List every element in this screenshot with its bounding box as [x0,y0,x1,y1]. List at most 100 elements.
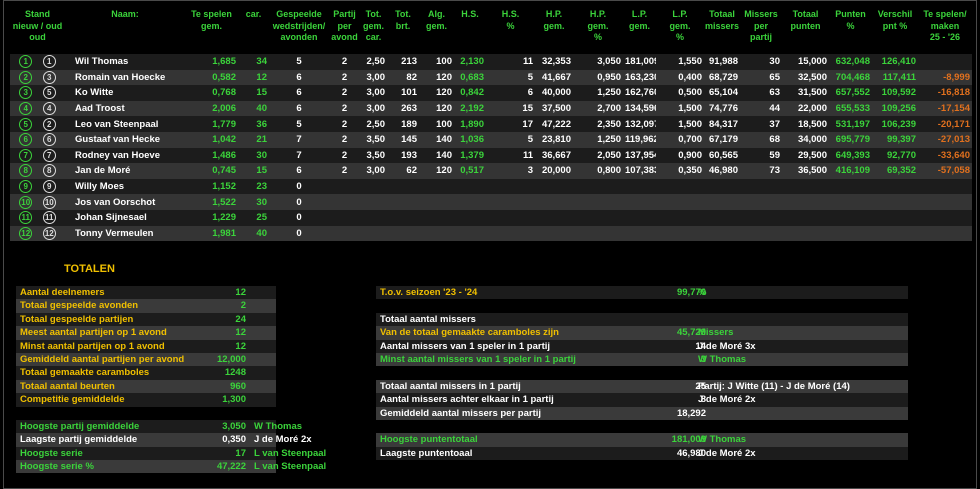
col-header: Alg. gem. [419,9,454,54]
header-line: car. [365,32,382,42]
rank-cell: 11 11 [10,209,65,226]
cell-hpp: 134,596 [623,100,656,117]
cell-wed: 5 [269,54,329,70]
cell-hpp [623,194,656,210]
header-line: pnt % [882,20,908,31]
totals-label: Aantal missers achter elkaar in 1 partij [380,394,554,406]
rank-cell: 2 3 [10,69,65,86]
cell-lpp: 68,729 [704,69,740,86]
totals-label: Gemiddeld aantal partijen per avond [20,353,185,365]
header-line: Alg. [428,9,445,19]
cell-car: 15 [238,85,269,101]
cell-lp: 0,400 [656,69,704,86]
totals-label: T.o.v. seizoen '23 - '24 [380,287,478,298]
cell-pnt: 416,109 [829,163,872,179]
totals-extra: J de Moré 2x [698,394,756,406]
header-line: oud [29,32,46,42]
cell-alg: 1,890 [454,116,486,132]
totals-label: Hoogste serie % [20,461,94,473]
cell-lpp [704,209,740,226]
cell-pa: 2 [329,100,360,117]
cell-lpp: 60,565 [704,147,740,164]
cell-pa: 2 [329,69,360,86]
header-line: gem. [200,20,222,31]
cell-wed: 6 [269,85,329,101]
cell-lp: 0,700 [656,131,704,148]
cell-wed: 6 [269,163,329,179]
cell-hp [573,194,623,210]
totals-extra: W Thomas [698,353,747,365]
cell-mis: 30 [740,54,782,70]
player-name: Tonny Vermeulen [65,225,185,242]
table-row: 4 4 Aad Troost 2,006 40 6 2 3,00 263 120 2,192 15 3… [10,100,972,117]
cell-pa: 2 [329,163,360,179]
cell-pntp: 109,256 [872,100,918,117]
header-line: avond [331,32,358,42]
cell-brt: 100 [419,54,454,70]
cell-ppa: 3,00 [360,69,387,86]
cell-car: 21 [238,131,269,148]
cell-car: 36 [238,116,269,132]
header-line: % [846,20,855,31]
cell-mpp [782,178,829,195]
totals-label: Hoogste serie [20,447,83,459]
cell-wed: 0 [269,209,329,226]
cell-hsp: 23,810 [535,131,573,148]
rank-new-badge: 10 [19,195,33,209]
cell-hs [486,178,535,195]
cell-hsp: 36,667 [535,147,573,164]
cell-pntp [872,225,918,242]
cell-mpp: 15,000 [782,54,829,70]
cell-lpp [704,225,740,242]
rank-new-badge: 8 [19,164,33,178]
table-row: 9 9 Willy Moes 1,152 23 0 [10,178,972,195]
cell-hp: 3,050 [573,54,623,70]
rank-cell: 3 5 [10,85,65,101]
rank-cell: 12 12 [10,225,65,242]
cell-hsp: 32,353 [535,54,573,70]
cell-vers: -57,058 [918,163,972,179]
cell-gem: 0,745 [185,163,238,179]
col-header: Te spelen/maken 25 - '26 [918,9,972,54]
cell-totcar [387,209,419,226]
cell-vers: -8,999 [918,69,972,86]
table-row: 5 2 Leo van Steenpaal 1,779 36 5 2 2,50 189 100 1… [10,116,972,132]
header-line: Punten [835,9,866,19]
cell-mis [740,209,782,226]
rank-old-badge: 8 [42,164,56,178]
header-line: avonden [280,32,318,42]
header-line: 25 - '26 [929,32,961,42]
cell-pntp: 92,770 [872,147,918,164]
cell-alg: 0,517 [454,163,486,179]
col-header: H.P. gem. [535,9,573,54]
header-line: Totaal [792,9,819,19]
cell-lpp [704,178,740,195]
cell-pa [329,209,360,226]
totals-value: 12 [235,327,246,339]
totals-label: Hoogste puntentotaal [380,434,478,446]
cell-mpp: 36,500 [782,163,829,179]
cell-lpp [704,194,740,210]
cell-totcar: 213 [387,54,419,70]
rank-old-badge: 7 [42,148,56,162]
cell-lp: 0,350 [656,163,704,179]
cell-ppa [360,194,387,210]
cell-hp: 1,250 [573,85,623,101]
cell-vers: -20,171 [918,116,972,132]
rank-cell: 1 1 [10,54,65,70]
table-row: 2 3 Romain van Hoecke 0,582 12 6 2 3,00 82 120 0,… [10,69,972,86]
cell-wed: 0 [269,225,329,242]
header-line: partij [749,32,772,42]
cell-car: 15 [238,163,269,179]
totals-row: Gemiddeld aantal missers per partij 18,29… [376,406,908,420]
cell-pa: 2 [329,147,360,164]
header-line: H.P. [545,9,563,19]
totals-extra: % [698,287,707,298]
col-header: Naam: [65,9,185,54]
col-header: Tot. gem. car. [360,9,387,54]
cell-hpp: 181,009 [623,54,656,70]
cell-hs: 17 [486,116,535,132]
totals-extra: J de Moré 2x [698,447,756,459]
cell-hs: 11 [486,54,535,70]
rank-cell: 5 2 [10,116,65,132]
